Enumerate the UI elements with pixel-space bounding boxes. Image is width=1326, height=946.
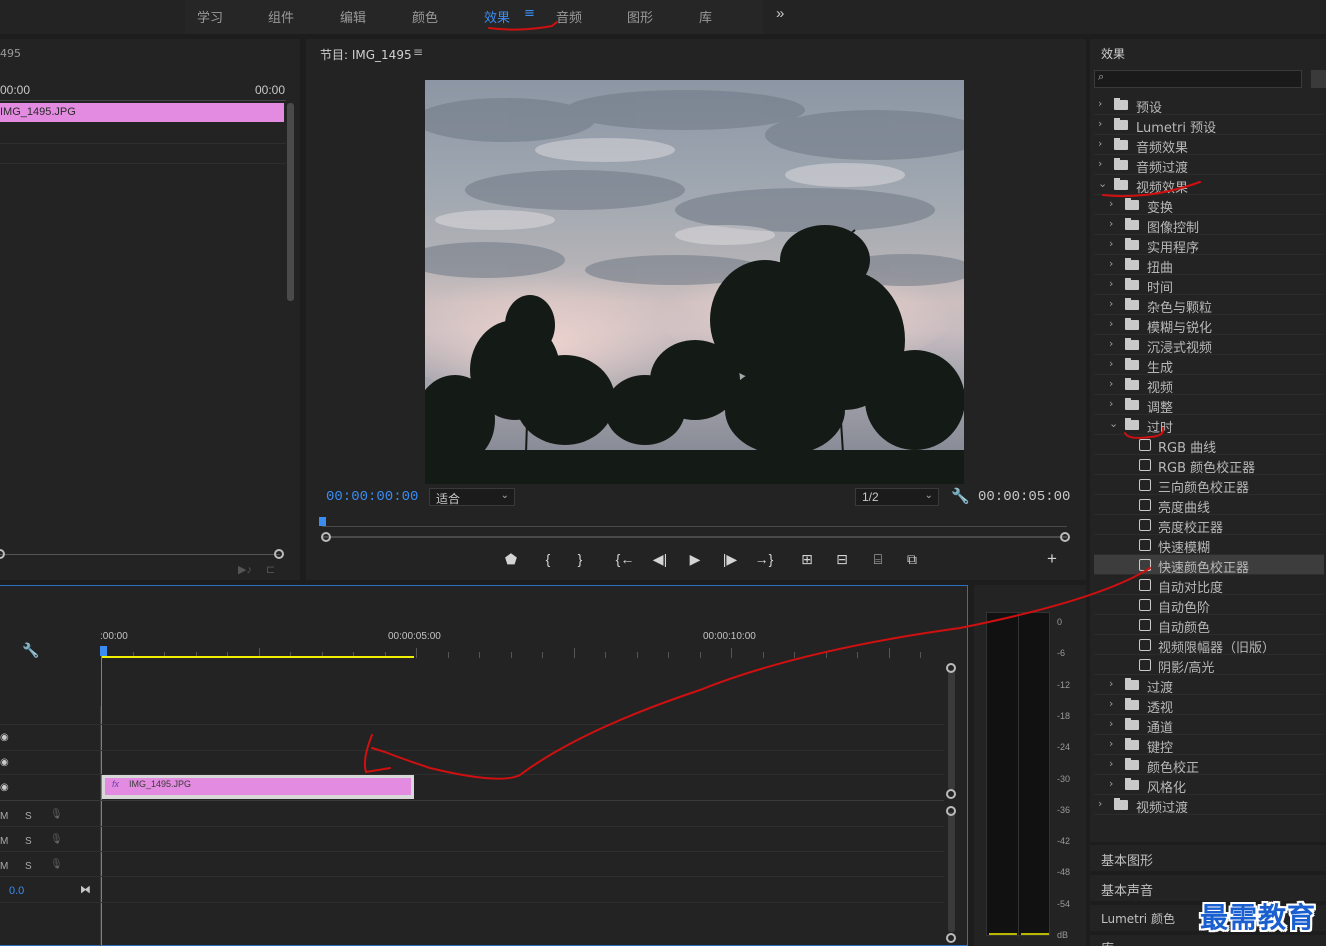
red-annotation-overlay <box>363 21 1201 780</box>
annotation-underline-obsolete <box>1124 427 1165 439</box>
annotation-underline-tab <box>488 21 558 31</box>
watermark-logo: 最需教育 <box>1200 901 1317 934</box>
annotation-drag-arrow <box>371 567 1151 780</box>
annotation-underline-video-effects <box>1102 181 1201 198</box>
